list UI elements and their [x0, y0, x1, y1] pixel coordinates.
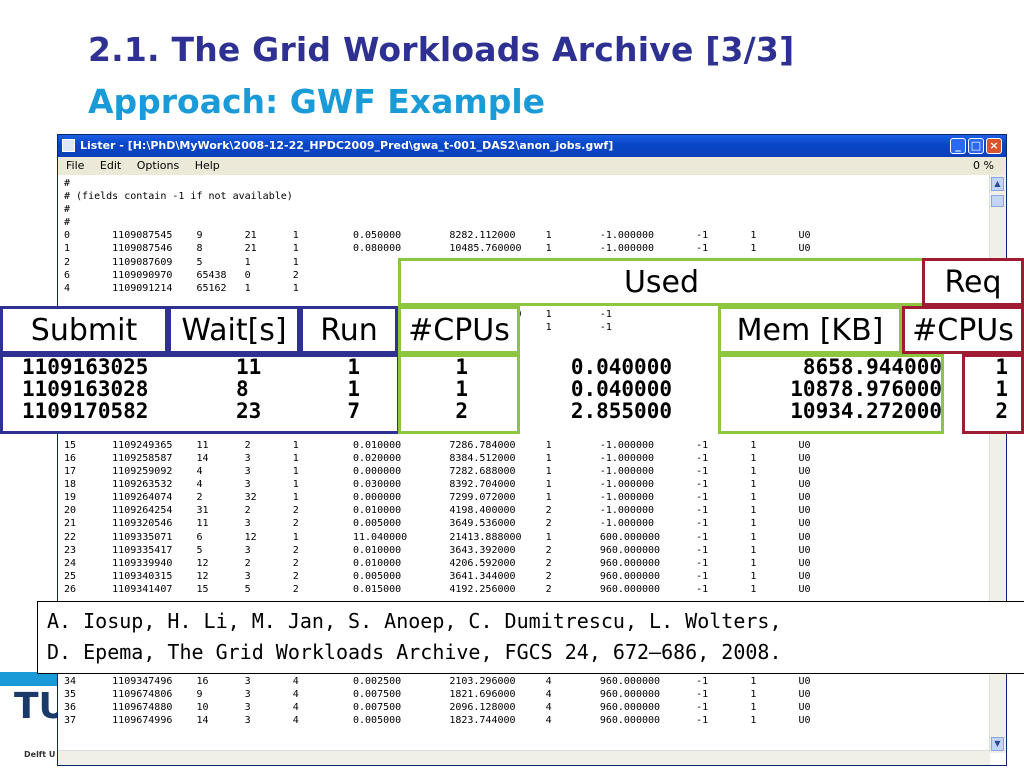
scroll-thumb[interactable]	[991, 195, 1004, 207]
footer-text: Delft U	[24, 750, 56, 759]
column-header-req-cpus: #CPUs	[902, 306, 1024, 354]
file-line: #	[64, 178, 71, 189]
menu-file[interactable]: File	[66, 157, 84, 175]
file-line: 16 1109258587 14 3 1 0.020000 8384.51200…	[64, 452, 811, 464]
window-title: Lister - [H:\PhD\MyWork\2008-12-22_HPDC2…	[80, 139, 614, 152]
req-group-label: Req	[922, 258, 1024, 306]
file-line: #	[64, 204, 71, 216]
overlay-cell-mem: 8658.944000	[802, 355, 942, 379]
file-line: 24 1109339940 12 2 2 0.010000 4206.59200…	[64, 557, 811, 569]
column-header-used-cpus: #CPUs	[398, 306, 520, 354]
file-line: 15 1109249365 11 2 1 0.010000 7286.78400…	[64, 439, 811, 451]
slide-title: 2.1. The Grid Workloads Archive [3/3]	[88, 30, 795, 69]
overlay-cell-run: 1	[347, 377, 360, 401]
file-line: 34 1109347496 16 3 4 0.002500 2103.29600…	[64, 675, 811, 687]
close-button[interactable]: ×	[986, 138, 1002, 154]
column-header-wait: Wait[s]	[168, 306, 300, 354]
file-line: 26 1109341407 15 5 2 0.015000 4192.25600…	[64, 583, 811, 595]
overlay-cell-cpus: 1	[455, 377, 468, 401]
file-line: 22 1109335071 6 12 1 11.040000 21413.888…	[64, 531, 811, 543]
menu-help[interactable]: Help	[195, 157, 220, 175]
horizontal-scrollbar[interactable]	[58, 750, 990, 765]
footer-accent-bar	[0, 672, 60, 686]
file-line: # (fields contain -1 if not available)	[64, 191, 293, 203]
overlay-cell-mem: 10878.976000	[790, 377, 942, 401]
used-group-label: Used	[398, 258, 925, 306]
overlay-cell-mem: 10934.272000	[790, 399, 942, 423]
overlay-cell-cpu-time: 2.855000	[570, 399, 672, 423]
file-line: 19 1109264074 2 32 1 0.000000 7299.07200…	[64, 492, 811, 504]
overlay-cell-cpu-time: 0.040000	[570, 377, 672, 401]
file-line: #	[64, 217, 71, 229]
column-header-submit: Submit	[0, 306, 168, 354]
overlay-cell-wait: 23	[236, 399, 262, 423]
file-line: 21 1109320546 11 3 2 0.005000 3649.53600…	[64, 518, 811, 530]
overlay-cell-cpus: 2	[455, 399, 468, 423]
menu-bar: File Edit Options Help 0 %	[58, 157, 1006, 175]
minimize-button[interactable]: _	[950, 138, 966, 154]
menu-edit[interactable]: Edit	[100, 157, 121, 175]
scroll-down-icon[interactable]: ▼	[991, 737, 1004, 751]
file-line: 1 1109087546 8 21 1 0.080000 10485.76000…	[64, 243, 811, 255]
column-header-mem: Mem [KB]	[718, 306, 902, 354]
overlay-cell-run: 7	[347, 399, 360, 423]
overlay-cell-run: 1	[347, 355, 360, 379]
overlay-cell-req-cpus: 1	[995, 377, 1008, 401]
window-titlebar[interactable]: Lister - [H:\PhD\MyWork\2008-12-22_HPDC2…	[58, 135, 1006, 157]
zoom-percent: 0 %	[973, 159, 994, 172]
overlay-cell-cpu-time: 0.040000	[570, 355, 672, 379]
citation-line-2: D. Epema, The Grid Workloads Archive, FG…	[47, 640, 782, 664]
overlay-cell-req-cpus: 2	[995, 399, 1008, 423]
file-line: 23 1109335417 5 3 2 0.010000 3643.392000…	[64, 544, 811, 556]
app-icon	[62, 139, 75, 152]
file-line: 37 1109674996 14 3 4 0.005000 1823.74400…	[64, 714, 811, 726]
scroll-up-icon[interactable]: ▲	[991, 177, 1004, 191]
overlay-cell-cpus: 1	[455, 355, 468, 379]
overlay-cell-req-cpus: 1	[995, 355, 1008, 379]
overlay-cell-wait: 11	[236, 355, 262, 379]
column-header-run: Run	[300, 306, 398, 354]
file-line: 25 1109340315 12 3 2 0.005000 3641.34400…	[64, 570, 811, 582]
overlay-cell-wait: 8	[236, 377, 249, 401]
file-line: 18 1109263532 4 3 1 0.030000 8392.704000…	[64, 479, 811, 491]
overlay-cell-submit: 1109170582	[22, 399, 149, 423]
file-line: 0 1109087545 9 21 1 0.050000 8282.112000…	[64, 230, 811, 242]
slide-subtitle: Approach: GWF Example	[88, 82, 546, 121]
file-line: 20 1109264254 31 2 2 0.010000 4198.40000…	[64, 505, 811, 517]
citation-line-1: A. Iosup, H. Li, M. Jan, S. Anoep, C. Du…	[47, 609, 782, 633]
file-line: 17 1109259092 4 3 1 0.000000 7282.688000…	[64, 466, 811, 478]
menu-options[interactable]: Options	[137, 157, 179, 175]
file-line: 35 1109674806 9 3 4 0.007500 1821.696000…	[64, 688, 811, 700]
maximize-button[interactable]: □	[968, 138, 984, 154]
gap-box	[944, 354, 962, 434]
file-line: 36 1109674880 10 3 4 0.007500 2096.12800…	[64, 701, 811, 713]
overlay-cell-submit: 1109163025	[22, 355, 149, 379]
overlay-cell-submit: 1109163028	[22, 377, 149, 401]
citation-box: A. Iosup, H. Li, M. Jan, S. Anoep, C. Du…	[37, 601, 1024, 674]
